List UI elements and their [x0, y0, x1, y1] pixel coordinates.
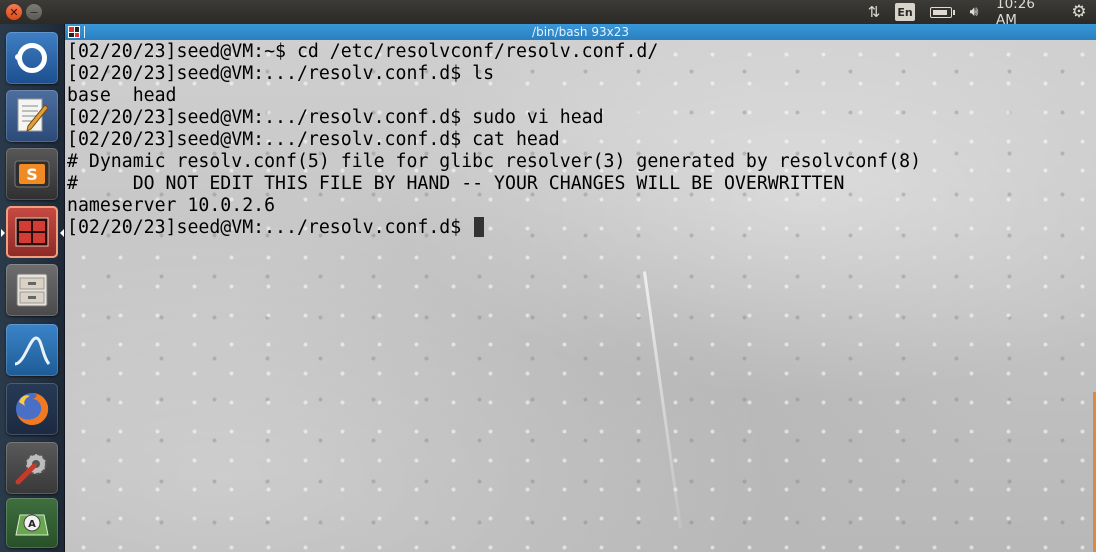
- text-cursor: [474, 217, 485, 237]
- sublime-text-icon[interactable]: S: [6, 148, 58, 200]
- terminal-prompt-line[interactable]: [02/20/23]seed@VM:.../resolv.conf.d$: [67, 217, 921, 239]
- wallpaper-streak: [642, 271, 683, 529]
- terminal-line: base head: [67, 85, 177, 106]
- clock[interactable]: 10:26 AM: [996, 0, 1060, 28]
- gear-icon[interactable]: ⚙: [1068, 0, 1090, 24]
- terminal-titlebar[interactable]: /bin/bash 93x23: [65, 24, 1096, 40]
- language-indicator[interactable]: En: [895, 3, 915, 21]
- software-updater-icon[interactable]: A: [6, 498, 58, 548]
- terminal-line: # DO NOT EDIT THIS FILE BY HAND -- YOUR …: [67, 173, 845, 194]
- close-icon[interactable]: ✕: [6, 4, 22, 20]
- terminal-line: [02/20/23]seed@VM:.../resolv.conf.d$ ls: [67, 63, 495, 84]
- terminal-line: [02/20/23]seed@VM:.../resolv.conf.d$ sud…: [67, 107, 604, 128]
- running-indicator: [1, 229, 5, 237]
- battery-icon[interactable]: [929, 0, 955, 24]
- terminal-body[interactable]: [02/20/23]seed@VM:~$ cd /etc/resolvconf/…: [65, 40, 1096, 552]
- terminal-icon[interactable]: [6, 206, 58, 258]
- svg-text:A: A: [28, 519, 36, 530]
- network-icon[interactable]: ⇅: [862, 0, 886, 24]
- terminal-prompt: [02/20/23]seed@VM:.../resolv.conf.d$: [67, 217, 473, 238]
- file-cabinet-icon[interactable]: [6, 264, 58, 316]
- terminal-line: nameserver 10.0.2.6: [67, 195, 276, 216]
- volume-icon[interactable]: 🔊︎: [962, 0, 986, 24]
- wireshark-fin-icon[interactable]: [6, 324, 58, 376]
- svg-text:S: S: [26, 165, 38, 184]
- text-editor-icon[interactable]: [6, 90, 58, 142]
- firefox-icon[interactable]: [6, 383, 58, 435]
- wrench-gear-icon[interactable]: [6, 442, 58, 494]
- terminal-title: /bin/bash 93x23: [532, 25, 629, 39]
- top-panel: ✕ − ⇅ En 🔊︎ 10:26 AM ⚙: [0, 0, 1096, 28]
- minimize-icon[interactable]: −: [26, 4, 42, 20]
- terminal-line: [02/20/23]seed@VM:.../resolv.conf.d$ cat…: [67, 129, 560, 150]
- ubuntu-logo-icon[interactable]: [6, 32, 58, 84]
- terminal-line: # Dynamic resolv.conf(5) file for glibc …: [67, 151, 922, 172]
- launcher: S A: [0, 24, 65, 552]
- terminal-output: [02/20/23]seed@VM:~$ cd /etc/resolvconf/…: [67, 41, 921, 239]
- terminal-line: [02/20/23]seed@VM:~$ cd /etc/resolvconf/…: [67, 41, 659, 62]
- focused-indicator: [60, 229, 64, 237]
